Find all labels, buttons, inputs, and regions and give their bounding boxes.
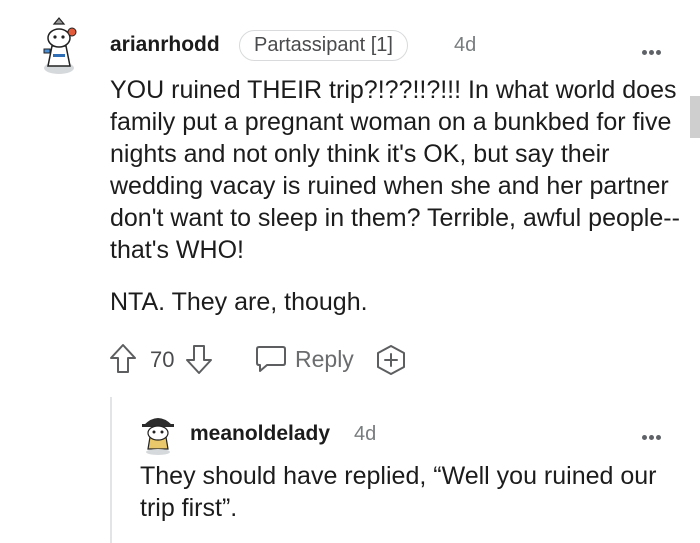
upvote-arrow-icon[interactable] [108,342,138,381]
reply-body: They should have replied, “Well you ruin… [140,462,657,522]
comment-paragraph: YOU ruined THEIR trip?!??!!?!!! In what … [110,76,680,264]
reply-timestamp[interactable]: 4d [354,423,376,446]
comment-paragraph: NTA. They are, though. [110,288,368,316]
downvote-arrow-icon[interactable] [184,342,214,381]
reply-user-avatar[interactable] [140,413,176,455]
comment-body: YOU ruined THEIR trip?!??!!?!!! In what … [110,74,680,318]
user-avatar[interactable] [38,16,80,76]
add-award-icon[interactable] [374,343,408,382]
thread-line[interactable] [110,397,112,543]
user-flair: Partassipant [1] [239,30,408,61]
more-options-icon[interactable] [642,427,668,440]
reply-button[interactable]: Reply [295,346,354,373]
more-options-icon[interactable] [642,42,668,55]
comment-username[interactable]: arianrhodd [110,33,220,57]
reply-username[interactable]: meanoldelady [190,422,330,446]
comment-timestamp[interactable]: 4d [454,34,476,57]
vote-count: 70 [150,347,175,372]
reply-bubble-icon[interactable] [254,344,288,379]
scrollbar-thumb[interactable] [690,96,700,138]
